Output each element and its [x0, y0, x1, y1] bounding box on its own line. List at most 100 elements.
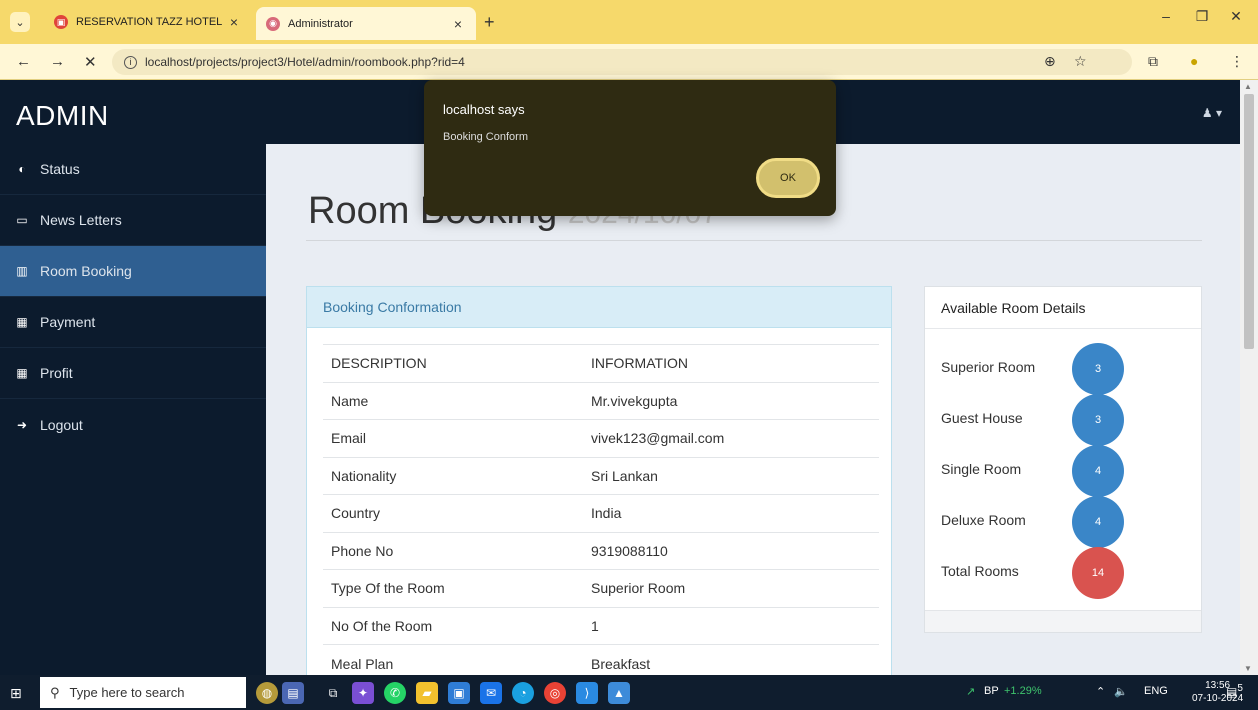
row-value: 9319088110 — [583, 531, 879, 570]
notification-icon[interactable]: ▤5 — [1226, 683, 1243, 699]
taskbar-search-box[interactable]: ⚲ Type here to search — [40, 677, 246, 708]
total-rooms-badge: 14 — [1072, 547, 1124, 599]
main-content: Room Booking 2024/10/07 Booking Conforma… — [266, 144, 1240, 675]
photos-icon[interactable]: ▲ — [608, 682, 630, 704]
available-panel-footer — [925, 610, 1201, 632]
stock-label[interactable]: BP — [984, 685, 999, 697]
hotel-favicon-icon: ▣ — [54, 15, 68, 29]
sidebar-item-room-booking[interactable]: ▥ Room Booking — [0, 246, 266, 297]
bookmark-star-icon[interactable]: ☆ — [1074, 53, 1087, 70]
vscode-icon[interactable]: ⟩ — [576, 682, 598, 704]
table-row: Country India — [323, 494, 879, 532]
alert-dialog: localhost says Booking Conform OK — [424, 80, 836, 216]
table-row: No Of the Room 1 — [323, 606, 879, 645]
desktop-icon: ▭ — [16, 213, 28, 227]
file-explorer-icon[interactable]: ▰ — [416, 682, 438, 704]
language-indicator[interactable]: ENG — [1144, 685, 1168, 697]
available-panel-heading: Available Room Details — [925, 287, 1201, 329]
edge-icon[interactable]: ◔ — [512, 682, 534, 704]
scroll-down-icon[interactable]: ▼ — [1244, 664, 1252, 673]
url-text: localhost/projects/project3/Hotel/admin/… — [145, 55, 465, 69]
row-value: vivek123@gmail.com — [583, 419, 879, 457]
dialog-title: localhost says — [443, 102, 525, 117]
tray-overflow-icon[interactable]: ⌃ — [1096, 685, 1105, 698]
widget-icon[interactable]: ◍ — [256, 682, 278, 704]
address-toolbar: ← → ✕ i localhost/projects/project3/Hote… — [0, 44, 1258, 80]
sidebar-item-profit[interactable]: ▦ Profit — [0, 348, 266, 399]
room-count-badge: 4 — [1072, 496, 1124, 548]
row-value: Mr.vivekgupta — [583, 381, 879, 420]
stop-loading-icon[interactable]: ✕ — [84, 53, 97, 71]
table-row: Type Of the Room Superior Room — [323, 569, 879, 607]
row-label: Nationality — [323, 456, 583, 495]
sidebar-item-logout[interactable]: ➜ Logout — [0, 399, 266, 450]
room-count-badge: 3 — [1072, 343, 1124, 395]
room-count-badge: 3 — [1072, 394, 1124, 446]
brand-title[interactable]: ADMIN — [16, 100, 109, 132]
zoom-icon[interactable]: ⊕ — [1044, 53, 1056, 70]
available-room-row: Single Room 4 — [941, 445, 1187, 497]
whatsapp-icon[interactable]: ✆ — [384, 682, 406, 704]
page-scrollbar[interactable]: ▲ ▼ — [1240, 80, 1258, 675]
available-room-row: Deluxe Room 4 — [941, 496, 1187, 548]
tab-administrator[interactable]: ◉ Administrator × — [256, 7, 476, 40]
sidebar-item-label: Profit — [40, 365, 73, 381]
tab-label: Administrator — [288, 17, 353, 30]
scroll-up-icon[interactable]: ▲ — [1244, 82, 1252, 91]
address-bar[interactable]: i localhost/projects/project3/Hotel/admi… — [112, 49, 1132, 75]
row-label: Type Of the Room — [323, 569, 583, 607]
notification-count: 5 — [1237, 683, 1243, 694]
row-label: Meal Plan — [323, 644, 583, 675]
notepad-icon[interactable]: ▤ — [282, 682, 304, 704]
table-row: Nationality Sri Lankan — [323, 456, 879, 495]
row-label: Country — [323, 494, 583, 532]
sidebar-item-payment[interactable]: ▦ Payment — [0, 297, 266, 348]
site-info-icon[interactable]: i — [124, 55, 137, 69]
tab-search-button[interactable]: ⌄ — [10, 12, 30, 32]
title-divider — [306, 240, 1202, 241]
user-dropdown[interactable]: ♟ ▾ — [1202, 106, 1222, 120]
forward-icon[interactable]: → — [50, 53, 65, 70]
extensions-icon[interactable]: ⧉ — [1148, 53, 1158, 70]
table-header-row: DESCRIPTION INFORMATION — [323, 344, 879, 382]
close-tab-icon[interactable]: × — [226, 14, 242, 30]
volume-icon[interactable]: 🔈 — [1114, 685, 1128, 698]
back-icon[interactable]: ← — [16, 53, 31, 70]
profile-icon[interactable]: ● — [1190, 53, 1198, 69]
close-window-icon[interactable]: ✕ — [1222, 8, 1250, 25]
row-value: 1 — [583, 606, 879, 645]
sidebar-item-label: Logout — [40, 416, 83, 433]
mail-icon[interactable]: ✉ — [480, 682, 502, 704]
table-row: Name Mr.vivekgupta — [323, 381, 879, 420]
chrome-icon[interactable]: ◎ — [544, 682, 566, 704]
new-tab-icon[interactable]: + — [484, 12, 495, 33]
sidebar-item-status[interactable]: ◐ Status — [0, 144, 266, 195]
sign-out-icon: ➜ — [16, 417, 28, 432]
dialog-message: Booking Conform — [443, 131, 528, 143]
column-header-information: INFORMATION — [583, 344, 879, 382]
booking-confirmation-panel: Booking Conformation DESCRIPTION INFORMA… — [306, 286, 892, 675]
restore-icon[interactable]: ❐ — [1188, 8, 1216, 25]
sidebar-item-news-letters[interactable]: ▭ News Letters — [0, 195, 266, 246]
windows-start-icon[interactable]: ⊞ — [10, 685, 22, 702]
copilot-icon[interactable]: ✦ — [352, 682, 374, 704]
row-value: India — [583, 494, 879, 532]
store-icon[interactable]: ▣ — [448, 682, 470, 704]
close-tab-icon[interactable]: × — [450, 16, 466, 32]
scrollbar-thumb[interactable] — [1244, 94, 1254, 349]
caret-down-icon: ▾ — [1215, 106, 1222, 120]
browser-tab-bar: ⌄ ▣ RESERVATION TAZZ HOTEL × ◉ Administr… — [0, 0, 1258, 44]
ok-button[interactable]: OK — [756, 158, 820, 198]
column-header-description: DESCRIPTION — [323, 344, 583, 382]
minimize-icon[interactable]: – — [1152, 8, 1180, 24]
sidebar-item-label: Payment — [40, 314, 96, 330]
available-rooms-panel: Available Room Details Superior Room 3 G… — [924, 286, 1202, 633]
browser-menu-icon[interactable]: ⋮ — [1230, 53, 1244, 70]
available-room-row: Guest House 3 — [941, 394, 1187, 446]
tab-reservation[interactable]: ▣ RESERVATION TAZZ HOTEL × — [44, 7, 252, 37]
booking-panel-heading: Booking Conformation — [307, 287, 891, 328]
admin-favicon-icon: ◉ — [266, 16, 280, 31]
task-view-icon[interactable]: ⧉ — [322, 682, 344, 704]
sidebar-item-label: Status — [40, 161, 80, 177]
qrcode-icon: ▦ — [16, 315, 28, 329]
